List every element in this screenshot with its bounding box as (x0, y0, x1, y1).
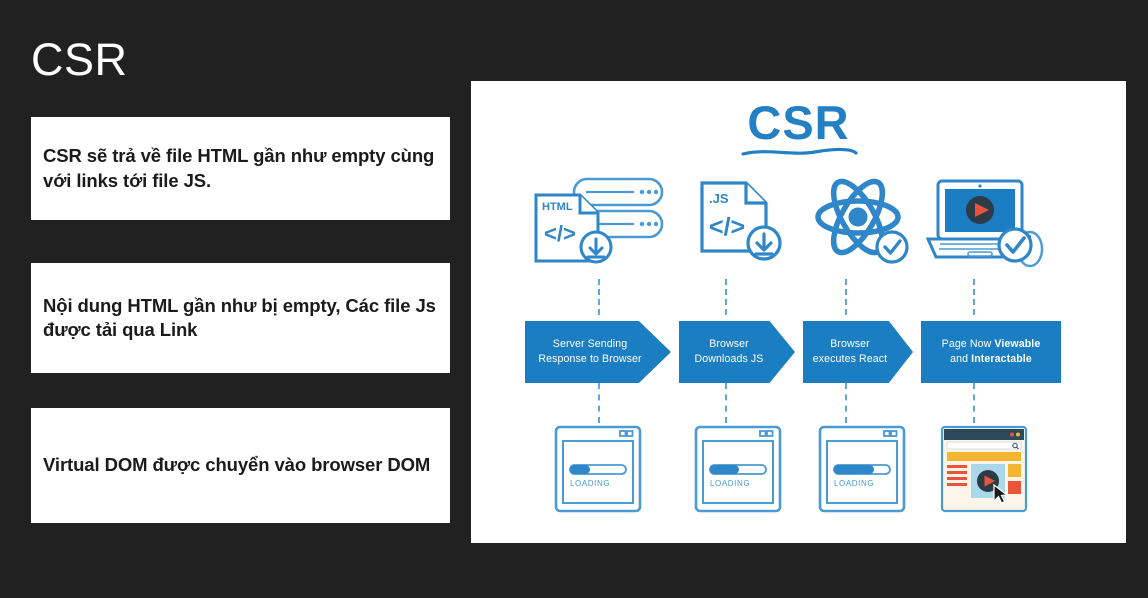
js-file-label: .JS (709, 191, 729, 206)
page-title: CSR (31, 34, 128, 85)
step-1-banner-line-1: Server Sending (552, 337, 628, 350)
step-2-banner: Browser Downloads JS (679, 321, 795, 383)
connector-bottom-1 (598, 383, 600, 423)
html-file-server-icon: HTML </> (534, 177, 664, 264)
html-file-label: HTML (542, 201, 573, 213)
step-2-banner-line-2: Downloads JS (694, 353, 764, 365)
js-file-icon: .JS </> (700, 181, 782, 261)
code-glyph: </> (544, 221, 576, 246)
step-1-banner-line-2: Response to Browser (538, 353, 642, 365)
banner-row: Server Sending Response to Browser Brows… (471, 321, 1126, 383)
bullet-box-2: Nội dung HTML gần như bị empty, Các file… (31, 263, 450, 373)
bullet-text-1: CSR sẽ trả về file HTML gần như empty cù… (43, 145, 435, 191)
step-1-browser-cell: LOADING (523, 423, 673, 523)
step-4-banner-line-1: Page Now Viewable (941, 337, 1041, 350)
connector-top-2 (725, 279, 727, 315)
step-4-browser-cell (909, 423, 1059, 523)
step-4-banner-line-2: and Interactable (950, 353, 1032, 365)
connector-bottom-2 (725, 383, 727, 423)
step-4-icon-cell (909, 171, 1059, 271)
step-3-banner-line-2: executes React (812, 353, 888, 365)
step-3-banner-line-1: Browser (830, 337, 870, 350)
step-2-banner-line-1: Browser (709, 337, 749, 350)
step-1-icon-cell: HTML </> (523, 171, 673, 271)
step-4-banner-bold-1: Viewable (994, 337, 1041, 350)
bullet-box-1: CSR sẽ trả về file HTML gần như empty cù… (31, 117, 450, 220)
connector-top-4 (973, 279, 975, 315)
react-atom-icon (815, 178, 909, 264)
laptop-play-icon (925, 179, 1044, 268)
browser-loading-window-3: LOADING (818, 425, 906, 513)
step-1-banner: Server Sending Response to Browser (525, 321, 671, 383)
step-3-banner: Browser executes React (803, 321, 913, 383)
diagram-logo-text: CSR (747, 96, 850, 149)
loading-label-3: LOADING (834, 479, 874, 488)
slide-root: CSR CSR sẽ trả về file HTML gần như empt… (0, 0, 1148, 598)
loading-label-1: LOADING (570, 479, 610, 488)
bullet-text-3: Virtual DOM được chuyển vào browser DOM (43, 454, 431, 476)
connector-bottom-4 (973, 383, 975, 423)
bullet-box-3: Virtual DOM được chuyển vào browser DOM (31, 408, 450, 523)
browser-rendered-page-window (940, 425, 1028, 513)
connector-top-1 (598, 279, 600, 315)
code-glyph: </> (709, 213, 745, 241)
step-4-banner-bold-2: Interactable (971, 353, 1032, 365)
loading-label-2: LOADING (710, 479, 750, 488)
browser-loading-window-1: LOADING (554, 425, 642, 513)
browser-loading-window-2: LOADING (694, 425, 782, 513)
step-4-banner: Page Now Viewable and Interactable (921, 321, 1061, 383)
connector-top-3 (845, 279, 847, 315)
bullet-text-2: Nội dung HTML gần như bị empty, Các file… (43, 294, 436, 340)
connector-bottom-3 (845, 383, 847, 423)
diagram-logo: CSR (471, 95, 1126, 158)
diagram-panel: CSR HTML </> .JS </> Server Sending Resp… (471, 81, 1126, 543)
